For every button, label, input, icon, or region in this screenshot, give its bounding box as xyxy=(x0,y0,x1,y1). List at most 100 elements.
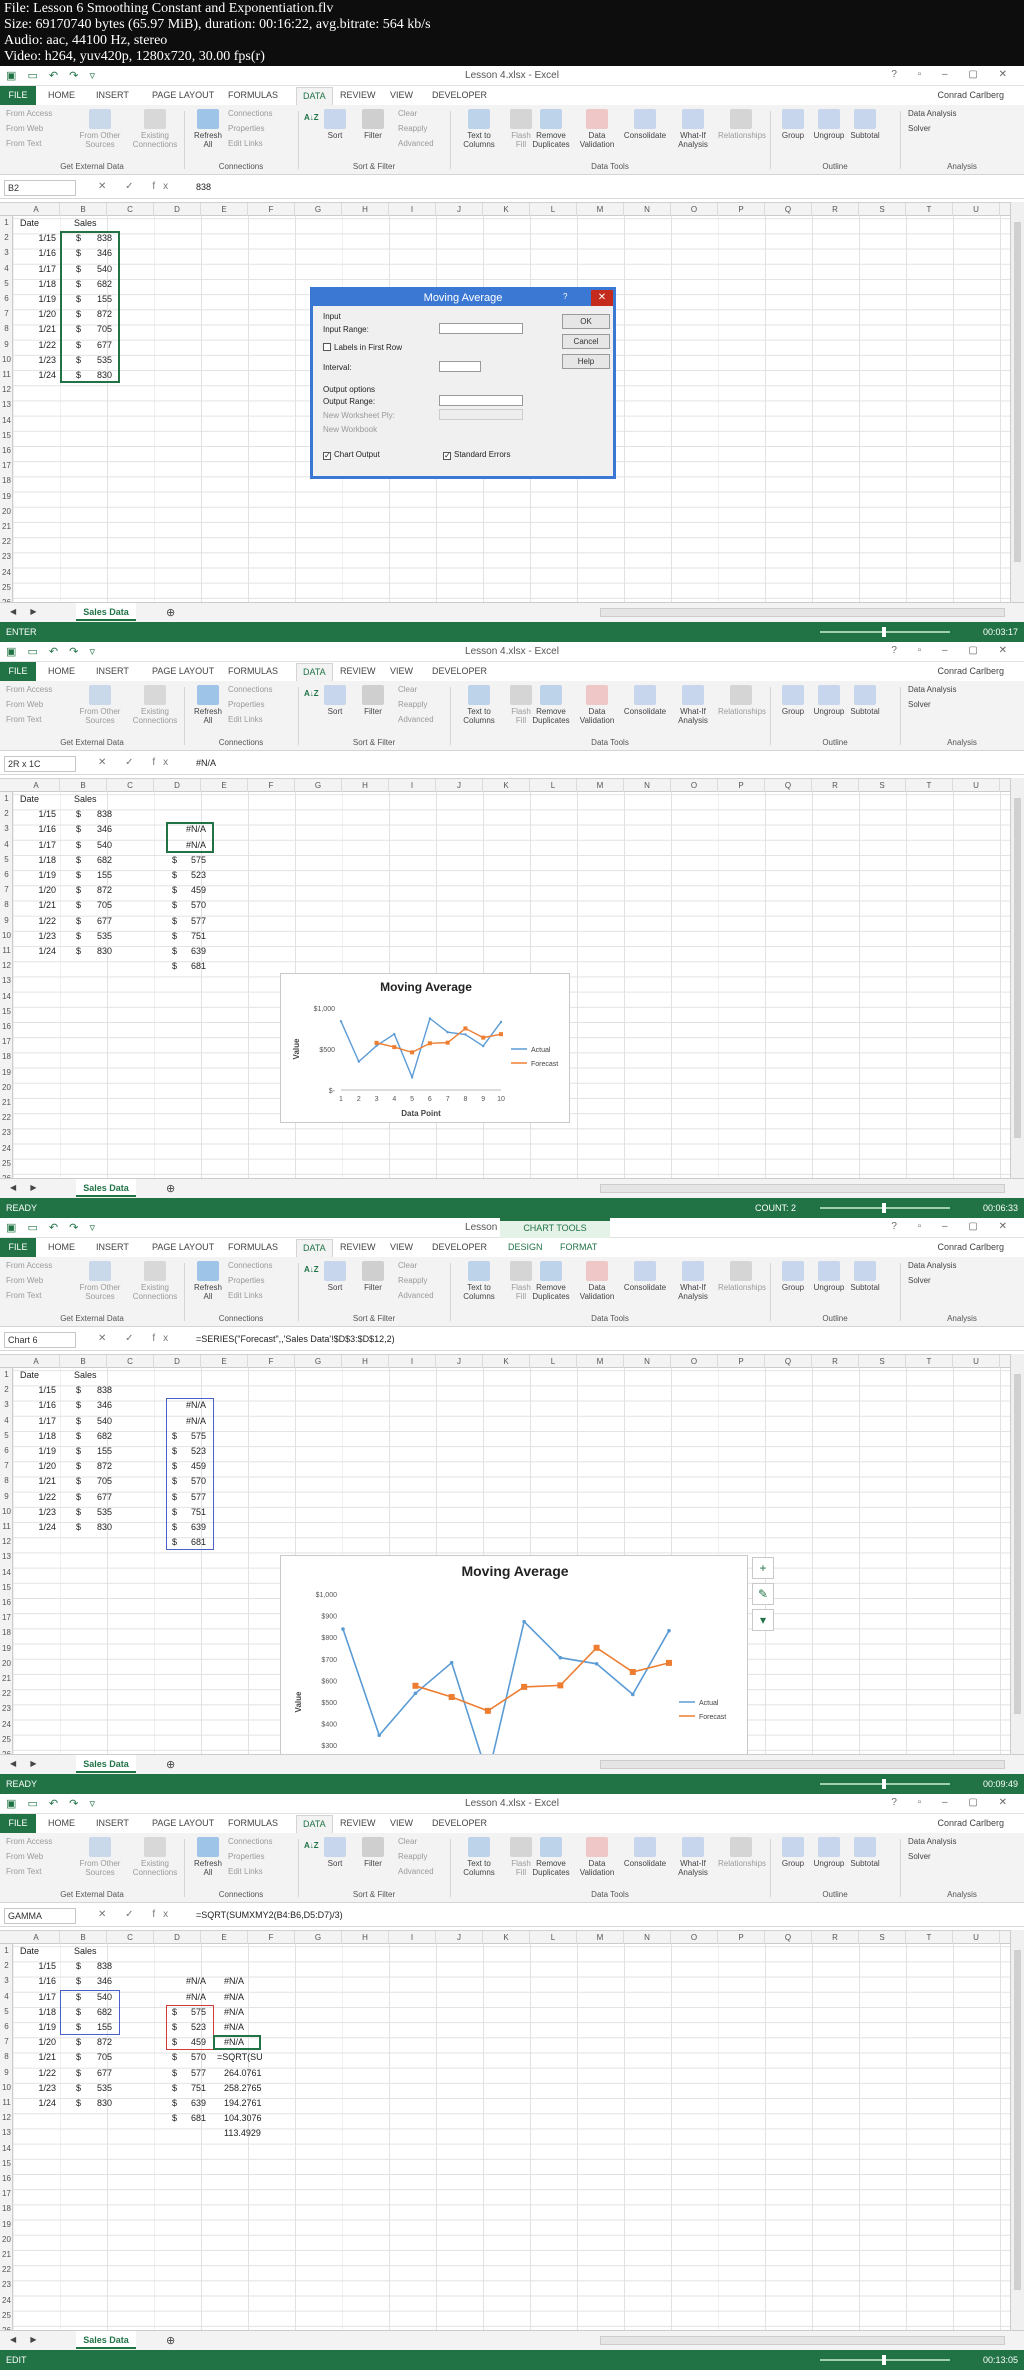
remove-duplicates-button[interactable]: Remove Duplicates xyxy=(528,109,574,149)
properties-button[interactable]: Properties xyxy=(228,1852,264,1861)
row-header[interactable]: 20 xyxy=(0,1083,13,1092)
tab-insert[interactable]: INSERT xyxy=(96,666,129,676)
filter-button[interactable]: Filter xyxy=(358,1261,388,1292)
row-header[interactable]: 4 xyxy=(0,264,13,273)
row-header[interactable]: 1 xyxy=(0,794,13,803)
clear-button[interactable]: Clear xyxy=(398,685,417,694)
formula-controls[interactable]: ✕ ✓ fx xyxy=(98,1333,176,1344)
column-header[interactable]: O xyxy=(671,203,718,216)
tab-view[interactable]: VIEW xyxy=(390,90,413,100)
sheet-tab-sales-data[interactable]: Sales Data xyxy=(76,603,136,621)
row-header[interactable]: 8 xyxy=(0,1476,13,1485)
column-header[interactable]: L xyxy=(530,1931,577,1944)
sort-az-button[interactable]: A↓Z xyxy=(304,689,319,698)
column-header[interactable]: Q xyxy=(765,779,812,792)
properties-button[interactable]: Properties xyxy=(228,1276,264,1285)
row-header[interactable]: 12 xyxy=(0,385,13,394)
row-header[interactable]: 19 xyxy=(0,492,13,501)
column-header[interactable]: R xyxy=(812,203,859,216)
column-header[interactable]: L xyxy=(530,779,577,792)
row-header[interactable]: 24 xyxy=(0,568,13,577)
tab-insert[interactable]: INSERT xyxy=(96,1242,129,1252)
reapply-button[interactable]: Reapply xyxy=(398,124,427,133)
from-web-button[interactable]: From Web xyxy=(6,1276,43,1285)
row-header[interactable]: 16 xyxy=(0,446,13,455)
output-range-field[interactable] xyxy=(439,395,523,406)
connections-button[interactable]: Connections xyxy=(228,685,272,694)
from-access-button[interactable]: From Access xyxy=(6,1261,52,1270)
tab-review[interactable]: REVIEW xyxy=(340,1818,376,1828)
tab-home[interactable]: HOME xyxy=(48,666,75,676)
row-header[interactable]: 25 xyxy=(0,1159,13,1168)
column-header[interactable]: P xyxy=(718,1355,765,1368)
new-sheet-icon[interactable]: ⊕ xyxy=(166,2334,175,2347)
from-text-button[interactable]: From Text xyxy=(6,1291,41,1300)
tab-formulas[interactable]: FORMULAS xyxy=(228,666,278,676)
column-header[interactable]: N xyxy=(624,1355,671,1368)
column-header[interactable]: S xyxy=(859,1931,906,1944)
new-sheet-icon[interactable]: ⊕ xyxy=(166,1758,175,1771)
existing-connections-button[interactable]: Existing Connections xyxy=(132,1837,178,1877)
ungroup-button[interactable]: Ungroup xyxy=(812,1261,846,1292)
user-name[interactable]: Conrad Carlberg xyxy=(937,1818,1004,1828)
column-header[interactable]: P xyxy=(718,779,765,792)
advanced-button[interactable]: Advanced xyxy=(398,1867,434,1876)
row-header[interactable]: 13 xyxy=(0,400,13,409)
window-controls[interactable]: ? ▫ – ▢ ✕ xyxy=(891,1797,1016,1808)
what-if-analysis-button[interactable]: What-If Analysis xyxy=(670,1837,716,1877)
column-header[interactable]: G xyxy=(295,779,342,792)
column-header[interactable]: F xyxy=(248,779,295,792)
reapply-button[interactable]: Reapply xyxy=(398,1852,427,1861)
row-header[interactable]: 7 xyxy=(0,1461,13,1470)
existing-connections-button[interactable]: Existing Connections xyxy=(132,1261,178,1301)
column-header[interactable]: J xyxy=(436,779,483,792)
advanced-button[interactable]: Advanced xyxy=(398,715,434,724)
properties-button[interactable]: Properties xyxy=(228,700,264,709)
labels-first-row-checkbox[interactable]: Labels in First Row xyxy=(323,343,402,352)
column-header[interactable]: H xyxy=(342,1355,389,1368)
row-header[interactable]: 9 xyxy=(0,2068,13,2077)
row-header[interactable]: 21 xyxy=(0,2250,13,2259)
column-header[interactable]: A xyxy=(13,203,60,216)
tab-developer[interactable]: DEVELOPER xyxy=(432,1818,487,1828)
row-header[interactable]: 17 xyxy=(0,2189,13,2198)
tab-formulas[interactable]: FORMULAS xyxy=(228,1818,278,1828)
sort-az-button[interactable]: A↓Z xyxy=(304,1265,319,1274)
column-header[interactable]: C xyxy=(107,1355,154,1368)
advanced-button[interactable]: Advanced xyxy=(398,1291,434,1300)
row-header[interactable]: 3 xyxy=(0,1400,13,1409)
vertical-scrollbar[interactable] xyxy=(1010,1354,1024,1754)
column-header[interactable]: M xyxy=(577,779,624,792)
group-button[interactable]: Group xyxy=(776,685,810,716)
row-header[interactable]: 11 xyxy=(0,946,13,955)
new-workbook-label[interactable]: New Workbook xyxy=(323,425,377,434)
row-header[interactable]: 20 xyxy=(0,507,13,516)
window-controls[interactable]: ? ▫ – ▢ ✕ xyxy=(891,1221,1016,1232)
sort-az-button[interactable]: A↓Z xyxy=(304,113,319,122)
row-header[interactable]: 21 xyxy=(0,1674,13,1683)
column-header[interactable]: I xyxy=(389,779,436,792)
row-header[interactable]: 7 xyxy=(0,2037,13,2046)
ungroup-button[interactable]: Ungroup xyxy=(812,109,846,140)
tab-insert[interactable]: INSERT xyxy=(96,90,129,100)
column-header[interactable]: I xyxy=(389,1355,436,1368)
column-header[interactable]: A xyxy=(13,1355,60,1368)
sheet-nav-arrows[interactable]: ◀ ▶ xyxy=(10,1759,43,1768)
column-header[interactable]: G xyxy=(295,1355,342,1368)
formula-controls[interactable]: ✕ ✓ fx xyxy=(98,757,176,768)
horizontal-scrollbar[interactable] xyxy=(600,1760,1005,1769)
row-header[interactable]: 8 xyxy=(0,324,13,333)
new-ply-label[interactable]: New Worksheet Ply: xyxy=(323,411,395,420)
column-header[interactable]: R xyxy=(812,779,859,792)
row-header[interactable]: 2 xyxy=(0,1385,13,1394)
row-header[interactable]: 6 xyxy=(0,1446,13,1455)
column-header[interactable]: T xyxy=(906,1931,953,1944)
column-header[interactable]: F xyxy=(248,1355,295,1368)
sort-button[interactable]: Sort xyxy=(322,685,348,716)
column-header[interactable]: O xyxy=(671,1931,718,1944)
zoom-slider[interactable] xyxy=(820,1779,950,1789)
row-header[interactable]: 22 xyxy=(0,2265,13,2274)
column-header[interactable]: J xyxy=(436,1355,483,1368)
column-header[interactable]: B xyxy=(60,779,107,792)
filter-button[interactable]: Filter xyxy=(358,109,388,140)
